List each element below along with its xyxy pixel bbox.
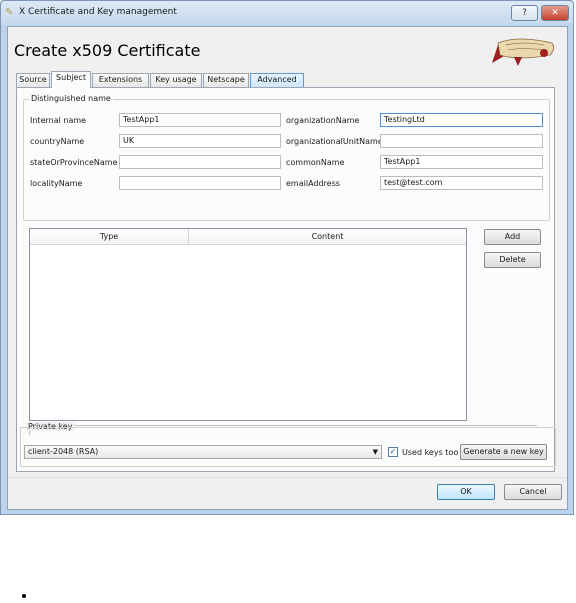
window-title: X Certificate and Key management: [19, 7, 177, 17]
close-button[interactable]: ✕: [541, 5, 569, 21]
used-keys-checkbox[interactable]: ✓: [388, 447, 398, 457]
tab-key-usage[interactable]: Key usage: [150, 73, 202, 87]
organization-label: organizationName: [286, 116, 360, 125]
common-name-field[interactable]: TestApp1: [380, 155, 543, 169]
entries-table[interactable]: Type Content: [29, 228, 467, 421]
ok-button[interactable]: OK: [437, 484, 495, 500]
tab-netscape[interactable]: Netscape: [203, 73, 249, 87]
email-field[interactable]: test@test.com: [380, 176, 543, 190]
state-field[interactable]: [119, 155, 281, 169]
locality-field[interactable]: [119, 176, 281, 190]
organization-field[interactable]: TestingLtd: [380, 113, 543, 127]
distinguished-name-title: Distinguished name: [29, 94, 113, 103]
cancel-button[interactable]: Cancel: [504, 484, 562, 500]
xca-logo: [492, 38, 554, 66]
help-button[interactable]: ?: [511, 5, 538, 21]
pen-icon: ✎: [5, 7, 14, 18]
common-name-label: commonName: [286, 158, 345, 167]
org-unit-label: organizationalUnitName: [286, 137, 383, 146]
tab-source[interactable]: Source: [16, 73, 50, 87]
delete-button[interactable]: Delete: [484, 252, 541, 268]
dialog-heading: Create x509 Certificate: [14, 41, 201, 60]
title-bar[interactable]: ✎ X Certificate and Key management ? ✕: [1, 1, 573, 25]
state-label: stateOrProvinceName: [30, 158, 118, 167]
certificate-window: ✎ X Certificate and Key management ? ✕ C…: [0, 0, 574, 515]
private-key-select[interactable]: client-2048 (RSA) ▼: [24, 445, 382, 459]
column-header-content[interactable]: Content: [189, 229, 466, 245]
org-unit-field[interactable]: [380, 134, 543, 148]
tab-advanced[interactable]: Advanced: [250, 73, 304, 87]
list-bullet: [22, 594, 26, 598]
chevron-down-icon: ▼: [372, 448, 378, 456]
internal-name-field[interactable]: TestApp1: [119, 113, 281, 127]
dialog-body: Create x509 Certificate Source Subject E…: [7, 26, 568, 510]
used-keys-label: Used keys too: [402, 448, 459, 457]
subject-tab-pane: Distinguished name Internal name TestApp…: [16, 87, 555, 472]
country-name-field[interactable]: UK: [119, 134, 281, 148]
private-key-value: client-2048 (RSA): [28, 447, 99, 456]
footer-divider: [8, 477, 567, 478]
generate-key-button[interactable]: Generate a new key: [460, 444, 547, 460]
column-header-type[interactable]: Type: [30, 229, 189, 245]
tab-subject[interactable]: Subject: [51, 71, 91, 88]
locality-label: localityName: [30, 179, 83, 188]
email-label: emailAddress: [286, 179, 340, 188]
add-button[interactable]: Add: [484, 229, 541, 245]
tab-extensions[interactable]: Extensions: [92, 73, 149, 87]
country-name-label: countryName: [30, 137, 85, 146]
internal-name-label: Internal name: [30, 116, 87, 125]
